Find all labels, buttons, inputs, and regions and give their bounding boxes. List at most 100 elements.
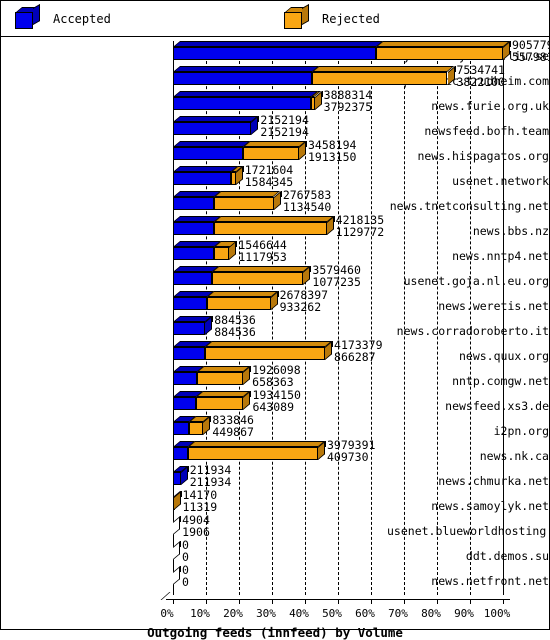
- x-tick-label: 80%: [421, 607, 441, 620]
- bar-empty-side: [173, 541, 180, 560]
- bar-segment-rejected: [242, 147, 299, 160]
- x-tick-label: 10%: [190, 607, 210, 620]
- bar-value-accepted: 1129772: [335, 225, 385, 239]
- x-tick-label: 30%: [256, 607, 276, 620]
- bar-value-labels: 1721604 1584345: [245, 164, 293, 189]
- category-label: nntp.comgw.net: [452, 374, 549, 388]
- value-label-notch: [277, 291, 279, 297]
- bar-segment-top: [376, 41, 511, 47]
- stacked-bar: [173, 241, 237, 260]
- bar-segment-top: [187, 441, 326, 447]
- category-label: news.corradoroberto.it: [396, 324, 549, 338]
- value-label-notch: [321, 91, 323, 97]
- bar-segment-accepted: [173, 122, 252, 135]
- stacked-bar: [173, 391, 251, 410]
- x-axis-line: [166, 599, 510, 600]
- stacked-bar: [173, 191, 281, 210]
- legend-label-accepted: Accepted: [53, 12, 111, 26]
- bar-segment-rejected: [189, 422, 204, 435]
- category-label: news.weretis.net: [438, 299, 549, 313]
- x-axis-tick-labels: 0% 10% 20% 30% 40% 50% 60% 70% 80% 90% 100%: [1, 607, 549, 621]
- chart-bar-row: news.corradoroberto.it 884536 884536: [1, 314, 549, 341]
- bar-segment-top: [173, 116, 259, 122]
- bar-segment-accepted: [173, 272, 213, 285]
- bar-segment-top: [214, 216, 334, 222]
- bar-value-labels: 00: [182, 539, 189, 564]
- bar-segment-accepted: [173, 422, 190, 435]
- bar-segment-accepted: [173, 397, 197, 410]
- chart-plot-area: nyheter.lysator.liu.se90577925579819phot…: [1, 37, 550, 640]
- value-label-notch: [187, 466, 189, 472]
- bar-value-accepted: 1117953: [238, 250, 287, 264]
- x-tick-label: 100%: [483, 607, 511, 620]
- category-label: news.hispagatos.org: [417, 149, 549, 163]
- bar-value-accepted: 866287: [334, 350, 376, 364]
- bar-segment-top: [173, 141, 250, 147]
- bar-value-accepted: 409730: [326, 450, 369, 464]
- bar-segment-top: [173, 91, 319, 97]
- chart-bar-row: news.chmurka.net 211934 211934: [1, 464, 549, 491]
- bar-segment-accepted: [173, 472, 181, 485]
- bar-segment-side: [251, 116, 259, 135]
- stacked-bar: [173, 441, 326, 460]
- category-label: usenet.goja.nl.eu.org: [403, 274, 549, 288]
- bar-segment-top: [173, 66, 320, 72]
- bar-value-labels: 4173379 866287: [334, 339, 382, 364]
- category-label: news.furie.org.uk: [431, 99, 549, 113]
- bar-value-labels: 3888314 3792375: [324, 89, 372, 114]
- value-label-notch: [250, 366, 252, 372]
- bar-value-accepted: 2152194: [260, 125, 309, 139]
- bar-segment-rejected: [213, 247, 230, 260]
- stacked-bar: [173, 491, 183, 510]
- bar-value-accepted: 3822100: [456, 75, 505, 89]
- value-label-notch: [510, 41, 511, 47]
- category-label: news.samoylyk.net: [431, 499, 549, 513]
- bar-segment-top: [214, 191, 281, 197]
- bar-segment-rejected: [207, 297, 271, 310]
- value-label-notch: [180, 541, 181, 547]
- chart-bar-row: news.nntp4.net 1546644 1117953: [1, 239, 549, 266]
- bar-segment-accepted: [173, 447, 188, 460]
- bar-value-labels: 1546644 1117953: [238, 239, 287, 264]
- category-label: newsfeed.bofh.team: [424, 124, 549, 138]
- bar-empty-side: [173, 566, 180, 585]
- chart-bar-row: usenet.blueworldhosting.com 49041906: [1, 514, 550, 541]
- bar-segment-top: [212, 266, 311, 272]
- stacked-bar: [173, 166, 243, 185]
- bar-segment-rejected: [212, 272, 304, 285]
- chart-bar-row: usenet.goja.nl.eu.org 3579460 1077235: [1, 264, 549, 291]
- value-label-notch: [210, 416, 212, 422]
- bar-segment-accepted: [173, 172, 231, 185]
- bar-value-labels: 14170 11319: [183, 489, 218, 514]
- stacked-bar: [173, 116, 259, 135]
- bar-segment-top: [207, 291, 278, 297]
- value-label-notch: [236, 241, 238, 247]
- bar-value-accepted: 933262: [279, 300, 322, 314]
- x-tick-label: 20%: [223, 607, 243, 620]
- bar-segment-rejected: [187, 447, 318, 460]
- bar-value-labels: 884536 884536: [214, 314, 256, 339]
- bar-segment-accepted: [173, 197, 215, 210]
- bar-value-labels: 3458194 1913150: [308, 139, 356, 164]
- legend-item-accepted: Accepted: [15, 1, 111, 37]
- stacked-bar: [173, 41, 511, 60]
- cube-icon: [284, 3, 310, 30]
- value-label-notch: [280, 191, 282, 197]
- x-tick-label: 90%: [454, 607, 474, 620]
- bar-segment-side: [303, 266, 311, 285]
- stacked-bar: [173, 516, 180, 535]
- bar-value-labels: 2767583 1134540: [283, 189, 331, 214]
- value-label-notch: [212, 316, 214, 322]
- chart-legend: Accepted Rejected: [1, 1, 549, 37]
- bar-segment-side: [243, 391, 251, 410]
- value-label-notch: [180, 516, 182, 522]
- category-label: usenet.network: [452, 174, 549, 188]
- stacked-bar: [173, 316, 213, 335]
- bar-segment-accepted: [173, 222, 215, 235]
- bar-value-labels: 1926098 658363: [252, 364, 300, 389]
- category-label: ddt.demos.su: [465, 549, 549, 563]
- bar-value-labels: 211934 211934: [190, 464, 232, 489]
- bar-segment-top: [242, 141, 307, 147]
- chart-bar-row: photonic.trudheim.com 7534741 3822100: [1, 64, 549, 91]
- bar-segment-rejected: [376, 47, 503, 60]
